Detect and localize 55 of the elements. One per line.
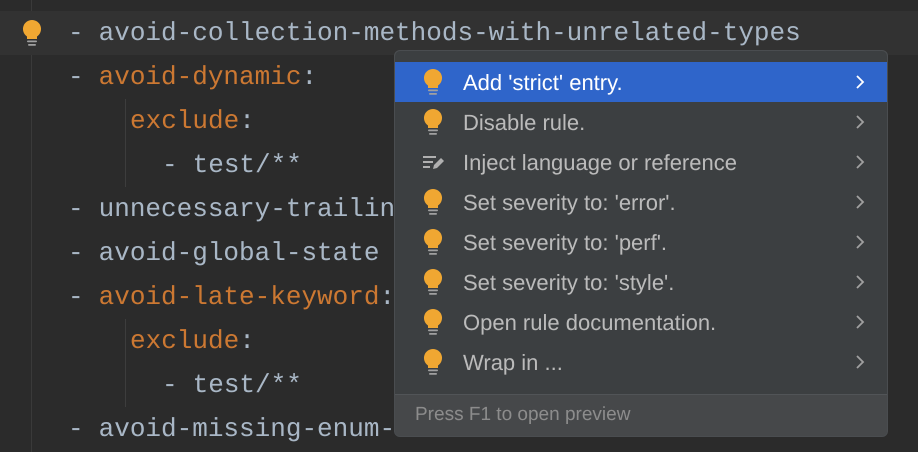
colon: : xyxy=(239,324,255,358)
chevron-right-icon xyxy=(855,354,865,370)
list-value: test/** xyxy=(192,368,302,402)
list-value: unnecessary-trailin xyxy=(98,192,396,226)
list-dash: - xyxy=(68,280,84,314)
menu-item-label: Add 'strict' entry. xyxy=(463,68,624,97)
lightbulb-icon[interactable] xyxy=(21,19,43,47)
menu-item-label: Set severity to: 'style'. xyxy=(463,268,676,297)
list-dash: - xyxy=(68,60,84,94)
yaml-key: exclude xyxy=(130,102,240,140)
menu-item[interactable]: Set severity to: 'error'. xyxy=(395,182,887,222)
lightbulb-icon xyxy=(422,188,444,216)
menu-item-label: Wrap in ... xyxy=(463,348,564,377)
list-value: avoid-missing-enum- xyxy=(98,412,396,446)
colon: : xyxy=(379,280,396,314)
lightbulb-icon xyxy=(422,68,444,96)
list-dash: - xyxy=(68,412,84,446)
list-dash: - xyxy=(162,368,178,402)
chevron-right-icon xyxy=(855,154,865,170)
list-value: test/** xyxy=(192,148,302,182)
menu-item[interactable]: Wrap in ... xyxy=(395,342,887,382)
chevron-right-icon xyxy=(855,194,865,210)
menu-item-label: Set severity to: 'perf'. xyxy=(463,228,668,257)
list-value: avoid-collection-methods-with-unrelated-types xyxy=(98,16,801,50)
list-dash: - xyxy=(68,236,84,270)
menu-item[interactable]: Add 'strict' entry. xyxy=(395,62,887,102)
list-dash: - xyxy=(68,16,84,50)
lightbulb-icon xyxy=(422,108,444,136)
menu-item[interactable]: Set severity to: 'perf'. xyxy=(395,222,887,262)
list-dash: - xyxy=(68,192,84,226)
list-dash: - xyxy=(162,148,178,182)
yaml-key: exclude xyxy=(130,322,240,360)
menu-item[interactable]: Disable rule. xyxy=(395,102,887,142)
menu-item-label: Set severity to: 'error'. xyxy=(463,188,677,217)
menu-item-label: Open rule documentation. xyxy=(463,308,718,337)
colon: : xyxy=(239,104,255,138)
chevron-right-icon xyxy=(855,314,865,330)
menu-item[interactable]: Open rule documentation. xyxy=(395,302,887,342)
lightbulb-icon xyxy=(422,308,444,336)
chevron-right-icon xyxy=(855,114,865,130)
chevron-right-icon xyxy=(855,274,865,290)
chevron-right-icon xyxy=(855,234,865,250)
list-value: avoid-global-state xyxy=(98,236,380,270)
menu-item[interactable]: Set severity to: 'style'. xyxy=(395,262,887,302)
colon: : xyxy=(301,60,318,94)
lightbulb-icon xyxy=(422,268,444,296)
chevron-right-icon xyxy=(855,74,865,90)
lightbulb-icon xyxy=(422,228,444,256)
lightbulb-icon xyxy=(422,348,444,376)
menu-item-label: Inject language or reference xyxy=(463,148,738,177)
popup-footer-hint: Press F1 to open preview xyxy=(395,394,887,436)
yaml-key: avoid-dynamic xyxy=(98,58,302,96)
menu-item[interactable]: Inject language or reference xyxy=(395,142,887,182)
menu-item-label: Disable rule. xyxy=(463,108,586,136)
yaml-key: avoid-late-keyword xyxy=(98,278,380,316)
